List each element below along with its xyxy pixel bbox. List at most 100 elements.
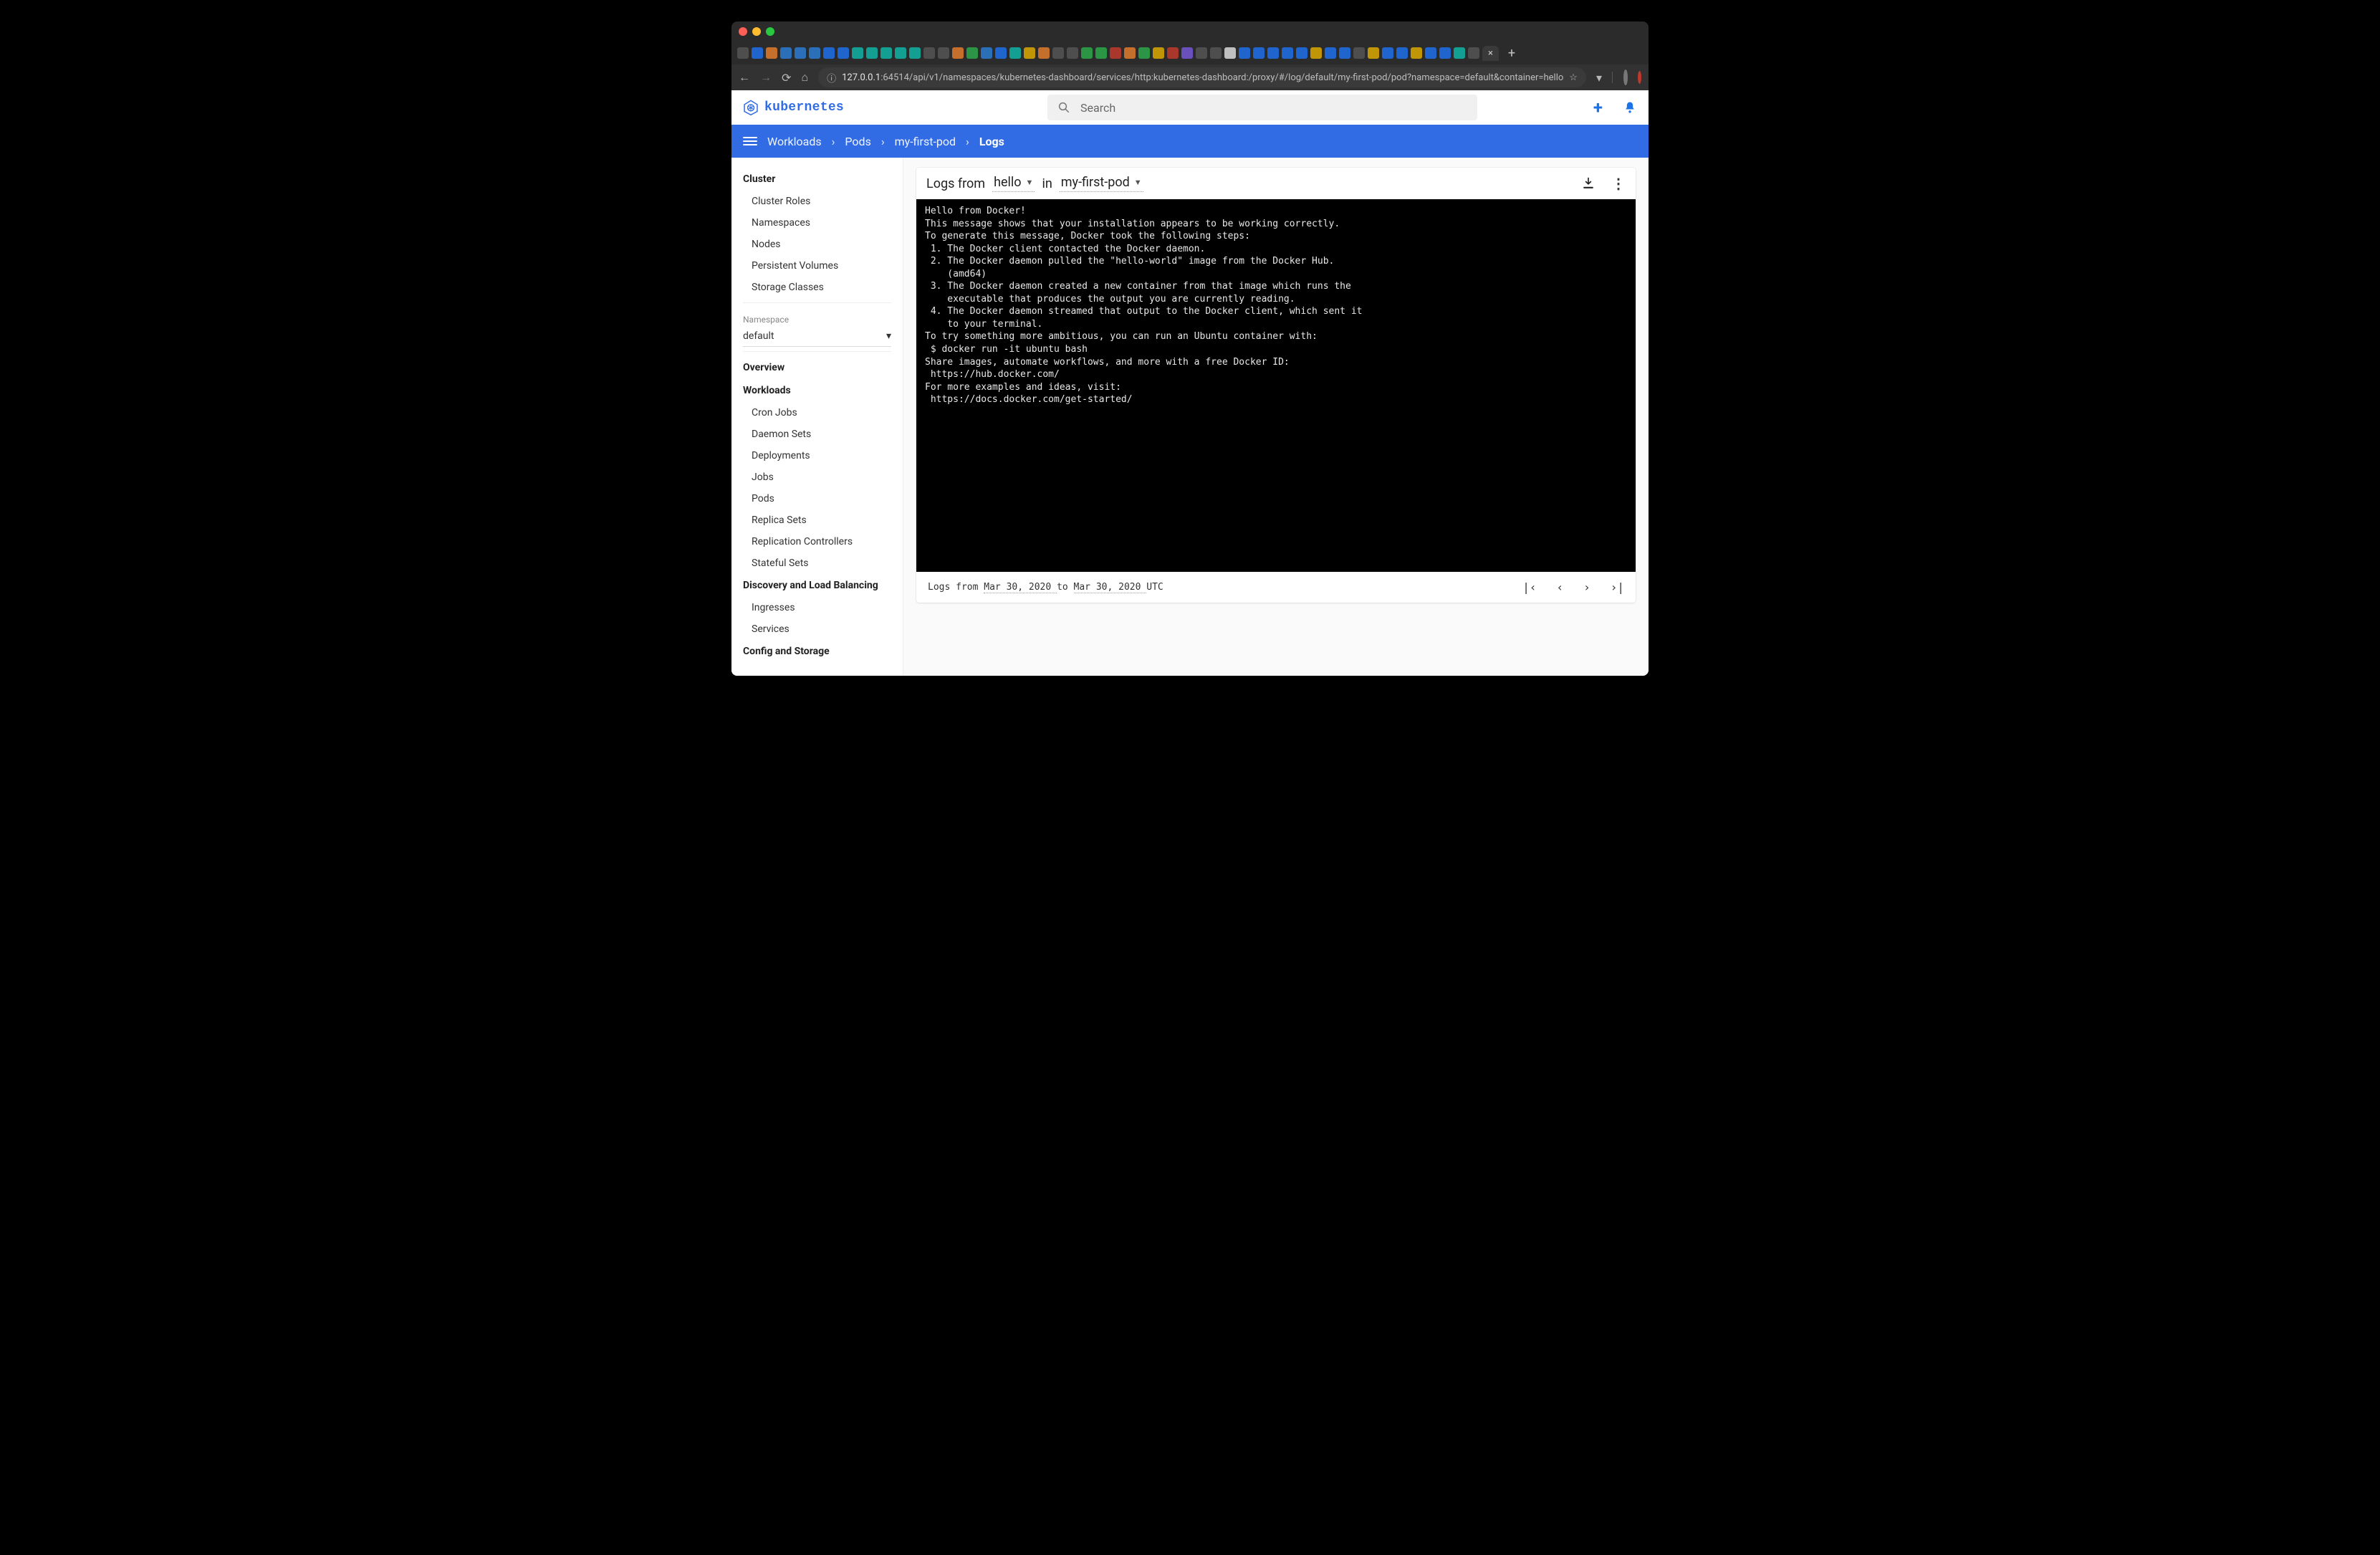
nav-back-button[interactable]: ← [739,70,750,85]
tab-favicon[interactable] [966,47,978,59]
download-logs-button[interactable] [1581,176,1596,191]
tab-favicon[interactable] [923,47,935,59]
tab-favicon[interactable] [1396,47,1408,59]
tab-favicon[interactable] [1210,47,1222,59]
tab-favicon[interactable] [1138,47,1150,59]
tab-favicon[interactable] [909,47,921,59]
sidebar-item-daemon-sets[interactable]: Daemon Sets [731,424,903,445]
active-tab[interactable]: × [1482,46,1499,61]
pager-next-button[interactable]: › [1583,580,1590,594]
tab-favicon[interactable] [780,47,792,59]
tab-favicon[interactable] [1439,47,1451,59]
tab-favicon[interactable] [895,47,906,59]
tab-favicon[interactable] [1095,47,1107,59]
tab-favicon[interactable] [1038,47,1050,59]
tab-favicon[interactable] [938,47,949,59]
tab-favicon[interactable] [766,47,777,59]
tab-favicon[interactable] [1124,47,1136,59]
tab-favicon[interactable] [1353,47,1365,59]
tab-favicon[interactable] [1253,47,1265,59]
url-input[interactable]: ⓘ 127.0.0.1:64514/api/v1/namespaces/kube… [818,67,1586,87]
log-output[interactable]: Hello from Docker! This message shows th… [916,199,1636,572]
sidebar-item-cron-jobs[interactable]: Cron Jobs [731,402,903,424]
new-tab-button[interactable]: + [1502,46,1522,61]
pager-first-button[interactable]: |‹ [1522,580,1536,594]
tab-favicon[interactable] [1282,47,1293,59]
namespace-select[interactable]: default ▾ [743,329,891,347]
tab-close-button[interactable]: × [1488,49,1493,58]
sidebar-item-storage-classes[interactable]: Storage Classes [731,277,903,298]
nav-reload-button[interactable]: ⟳ [782,71,791,85]
tab-favicon[interactable] [1167,47,1179,59]
tab-favicon[interactable] [1052,47,1064,59]
tab-favicon[interactable] [1425,47,1436,59]
sidebar-item-replica-sets[interactable]: Replica Sets [731,509,903,531]
extensions-button[interactable]: ▾ [1596,71,1602,85]
nav-forward-button[interactable]: → [760,70,772,85]
sidebar-item-deployments[interactable]: Deployments [731,445,903,466]
tab-favicon[interactable] [880,47,892,59]
sidebar-item-services[interactable]: Services [731,618,903,640]
sidebar-item-persistent-volumes[interactable]: Persistent Volumes [731,255,903,277]
sidebar-item-namespaces[interactable]: Namespaces [731,212,903,234]
tab-favicon[interactable] [1339,47,1350,59]
window-minimize-button[interactable] [752,27,761,36]
window-maximize-button[interactable] [766,27,774,36]
window-close-button[interactable] [739,27,747,36]
tab-favicon[interactable] [1411,47,1422,59]
tab-favicon[interactable] [1454,47,1465,59]
breadcrumb-pods[interactable]: Pods [845,135,870,148]
tab-favicon[interactable] [1296,47,1307,59]
tab-favicon[interactable] [809,47,820,59]
create-button[interactable]: + [1593,97,1603,118]
tab-favicon[interactable] [1081,47,1093,59]
tab-favicon[interactable] [823,47,835,59]
tab-favicon[interactable] [1224,47,1236,59]
sidebar-item-stateful-sets[interactable]: Stateful Sets [731,552,903,574]
tab-favicon[interactable] [1310,47,1322,59]
tab-favicon[interactable] [981,47,992,59]
tab-favicon[interactable] [866,47,878,59]
tab-favicon[interactable] [838,47,849,59]
tab-favicon[interactable] [995,47,1007,59]
site-info-icon[interactable]: ⓘ [827,71,836,85]
sidebar-item-pods[interactable]: Pods [731,488,903,509]
bookmark-star-icon[interactable]: ☆ [1569,72,1578,83]
breadcrumb-pod-name[interactable]: my-first-pod [895,135,956,148]
tab-favicon[interactable] [952,47,964,59]
profile-badge[interactable] [1638,71,1641,84]
tab-favicon[interactable] [1239,47,1250,59]
nav-home-button[interactable]: ⌂ [801,70,808,85]
pager-last-button[interactable]: ›| [1611,580,1624,594]
tab-favicon[interactable] [737,47,749,59]
tab-favicon[interactable] [1181,47,1193,59]
sidebar-item-overview[interactable]: Overview [731,356,903,379]
tab-favicon[interactable] [1067,47,1078,59]
tab-favicon[interactable] [852,47,863,59]
breadcrumb-workloads[interactable]: Workloads [767,135,822,148]
sidebar-item-cluster-roles[interactable]: Cluster Roles [731,191,903,212]
brand[interactable]: kubernetes [743,100,844,115]
menu-toggle-button[interactable] [743,135,757,148]
sidebar-item-nodes[interactable]: Nodes [731,234,903,255]
search-input[interactable]: Search [1047,95,1477,120]
tab-favicon[interactable] [1325,47,1336,59]
sidebar-item-replication-controllers[interactable]: Replication Controllers [731,531,903,552]
sidebar-item-jobs[interactable]: Jobs [731,466,903,488]
more-actions-button[interactable]: ⋮ [1611,175,1626,192]
pod-select[interactable]: my-first-pod ▼ [1060,175,1143,192]
tab-favicon[interactable] [752,47,763,59]
profile-avatar[interactable] [1623,70,1628,85]
tab-favicon[interactable] [1368,47,1379,59]
tab-favicon[interactable] [1382,47,1393,59]
notifications-button[interactable] [1623,100,1637,115]
tab-favicon[interactable] [1110,47,1121,59]
tab-favicon[interactable] [1153,47,1164,59]
tab-favicon[interactable] [1196,47,1207,59]
tab-favicon[interactable] [795,47,806,59]
container-select[interactable]: hello ▼ [992,175,1035,192]
tab-favicon[interactable] [1267,47,1279,59]
pager-prev-button[interactable]: ‹ [1556,580,1563,594]
tab-favicon[interactable] [1468,47,1479,59]
sidebar-item-ingresses[interactable]: Ingresses [731,597,903,618]
